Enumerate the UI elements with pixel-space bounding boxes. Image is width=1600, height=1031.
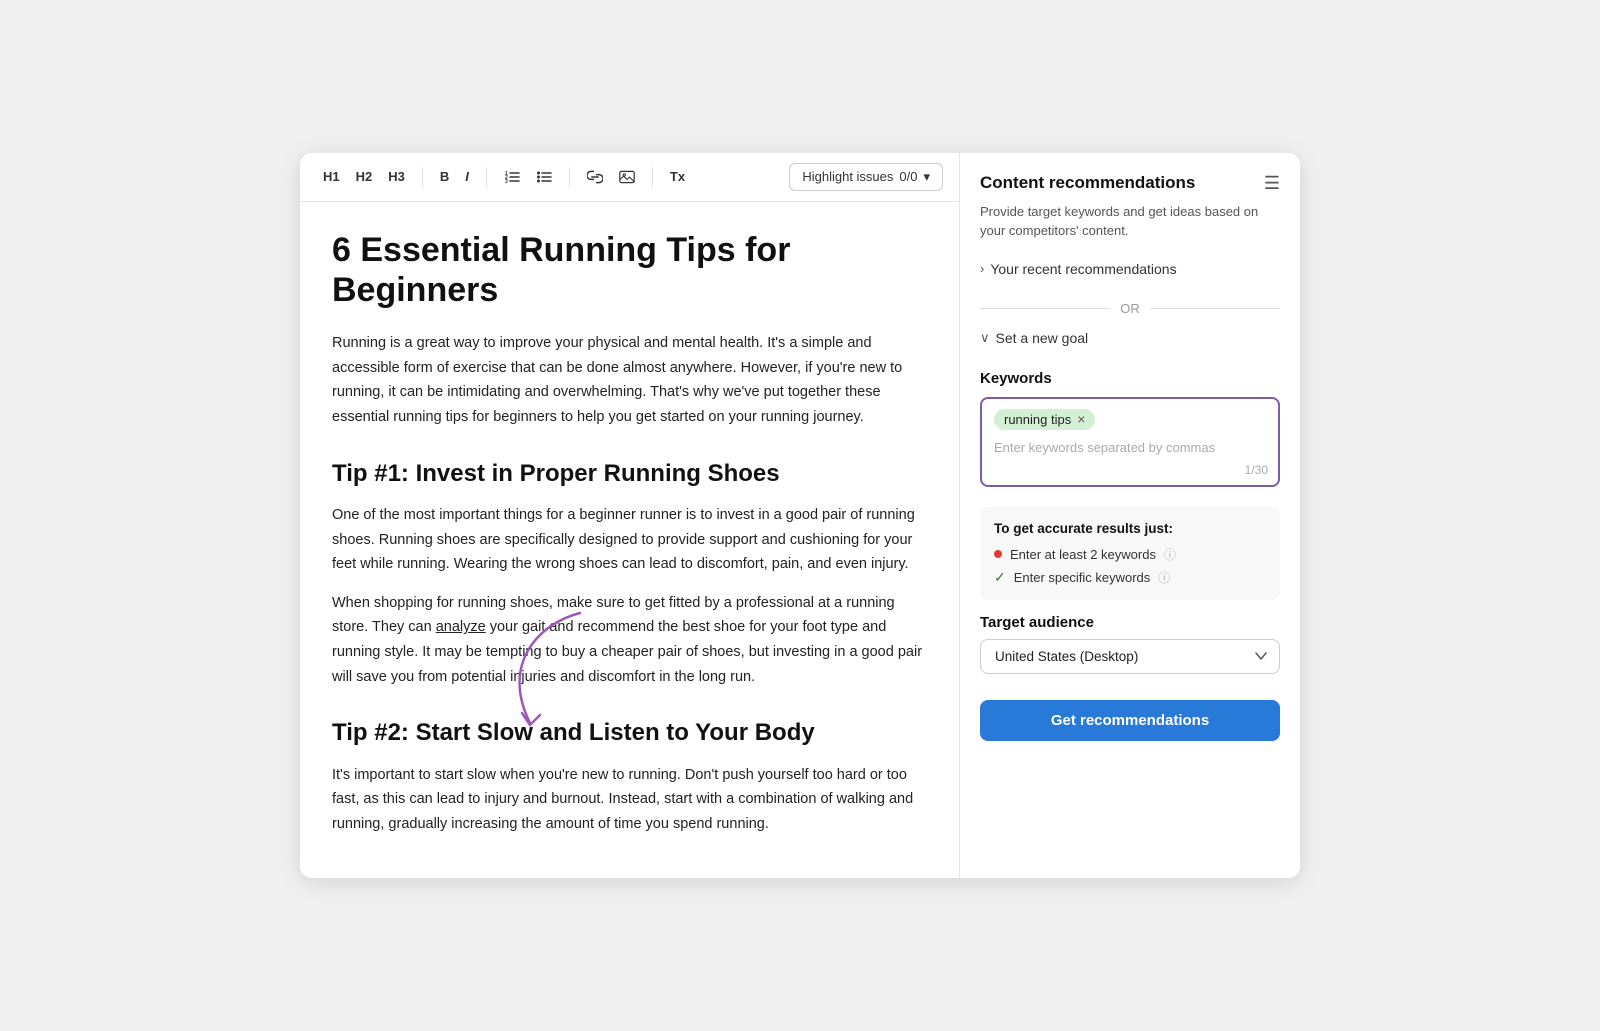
- editor-wrapper: H1 H2 H3 B I 1: [300, 153, 960, 879]
- image-button[interactable]: [612, 166, 642, 188]
- divider-2: [486, 167, 487, 187]
- sidebar: Content recommendations ☰ Provide target…: [960, 153, 1300, 879]
- or-text: OR: [1120, 301, 1140, 316]
- link-button[interactable]: [580, 166, 610, 188]
- accurate-item-1: Enter at least 2 keywords ⓘ: [994, 546, 1266, 563]
- heading-buttons: H1 H2 H3: [316, 165, 412, 188]
- italic-button[interactable]: I: [458, 165, 476, 188]
- list-buttons: 1 2 3: [497, 166, 559, 188]
- target-audience-section: Target audience United States (Desktop) …: [980, 614, 1280, 690]
- accurate-results-box: To get accurate results just: Enter at l…: [980, 507, 1280, 600]
- recent-recommendations-row[interactable]: › Your recent recommendations: [980, 257, 1280, 281]
- format-buttons: B I: [433, 165, 476, 188]
- para2-link: analyze: [436, 619, 486, 635]
- highlight-chevron: ▾: [923, 169, 930, 185]
- recent-label: Your recent recommendations: [990, 261, 1176, 277]
- divider-3: [569, 167, 570, 187]
- toolbar: H1 H2 H3 B I 1: [300, 153, 959, 202]
- new-goal-label: Set a new goal: [996, 330, 1089, 346]
- divider-4: [652, 167, 653, 187]
- divider-1: [422, 167, 423, 187]
- h3-button[interactable]: H3: [381, 165, 412, 188]
- red-bullet-icon: [994, 550, 1002, 558]
- audience-select[interactable]: United States (Desktop) United Kingdom (…: [980, 639, 1280, 674]
- keyword-tag-text: running tips: [1004, 412, 1071, 427]
- keyword-tag-running-tips[interactable]: running tips ×: [994, 409, 1095, 430]
- sidebar-desc: Provide target keywords and get ideas ba…: [980, 202, 1280, 241]
- editor-content[interactable]: 6 Essential Running Tips for Beginners R…: [300, 202, 959, 879]
- article-title: 6 Essential Running Tips for Beginners: [332, 230, 927, 312]
- highlight-count: 0/0: [899, 169, 917, 184]
- accurate-item1-text: Enter at least 2 keywords: [1010, 547, 1156, 562]
- keywords-counter: 1/30: [1245, 463, 1268, 477]
- ordered-list-button[interactable]: 1 2 3: [497, 166, 527, 188]
- sidebar-header: Content recommendations ☰: [980, 173, 1280, 194]
- accurate-title: To get accurate results just:: [994, 521, 1266, 536]
- chevron-right-icon: ›: [980, 261, 984, 276]
- sidebar-title: Content recommendations: [980, 173, 1195, 193]
- app-container: H1 H2 H3 B I 1: [300, 153, 1300, 879]
- heading-tip2: Tip #2: Start Slow and Listen to Your Bo…: [332, 717, 927, 748]
- accurate-item2-text: Enter specific keywords: [1014, 570, 1151, 585]
- get-recommendations-button[interactable]: Get recommendations: [980, 700, 1280, 741]
- tip1-para1: One of the most important things for a b…: [332, 503, 927, 577]
- highlight-label: Highlight issues: [802, 169, 893, 184]
- unordered-list-button[interactable]: [529, 166, 559, 188]
- h2-button[interactable]: H2: [349, 165, 380, 188]
- or-divider: OR: [980, 301, 1280, 316]
- svg-text:3: 3: [505, 179, 508, 184]
- accurate-item-2: ✓ Enter specific keywords ⓘ: [994, 569, 1266, 586]
- clear-format-button[interactable]: Tx: [663, 165, 692, 188]
- target-audience-label: Target audience: [980, 614, 1280, 631]
- new-goal-row[interactable]: ∨ Set a new goal: [980, 326, 1280, 350]
- tip2-para1: It's important to start slow when you're…: [332, 763, 927, 837]
- tip1-para2: When shopping for running shoes, make su…: [332, 591, 927, 690]
- highlight-issues-button[interactable]: Highlight issues 0/0 ▾: [789, 163, 943, 191]
- keyword-remove-btn[interactable]: ×: [1077, 412, 1085, 426]
- keyword-tags-container: running tips ×: [994, 409, 1266, 436]
- h1-button[interactable]: H1: [316, 165, 347, 188]
- info-icon-2[interactable]: ⓘ: [1158, 569, 1170, 586]
- intro-paragraph: Running is a great way to improve your p…: [332, 331, 927, 430]
- insert-buttons: [580, 166, 642, 188]
- new-goal-section: ∨ Set a new goal: [980, 326, 1280, 350]
- keywords-label: Keywords: [980, 370, 1280, 387]
- editor-panel: H1 H2 H3 B I 1: [300, 153, 960, 879]
- menu-icon[interactable]: ☰: [1264, 173, 1280, 194]
- heading-tip1: Tip #1: Invest in Proper Running Shoes: [332, 458, 927, 489]
- recent-section: › Your recent recommendations: [980, 257, 1280, 281]
- keywords-box[interactable]: running tips × Enter keywords separated …: [980, 397, 1280, 487]
- info-icon-1[interactable]: ⓘ: [1164, 546, 1176, 563]
- chevron-down-icon: ∨: [980, 330, 990, 346]
- bold-button[interactable]: B: [433, 165, 456, 188]
- check-icon: ✓: [994, 569, 1006, 586]
- keywords-placeholder: Enter keywords separated by commas: [994, 440, 1266, 455]
